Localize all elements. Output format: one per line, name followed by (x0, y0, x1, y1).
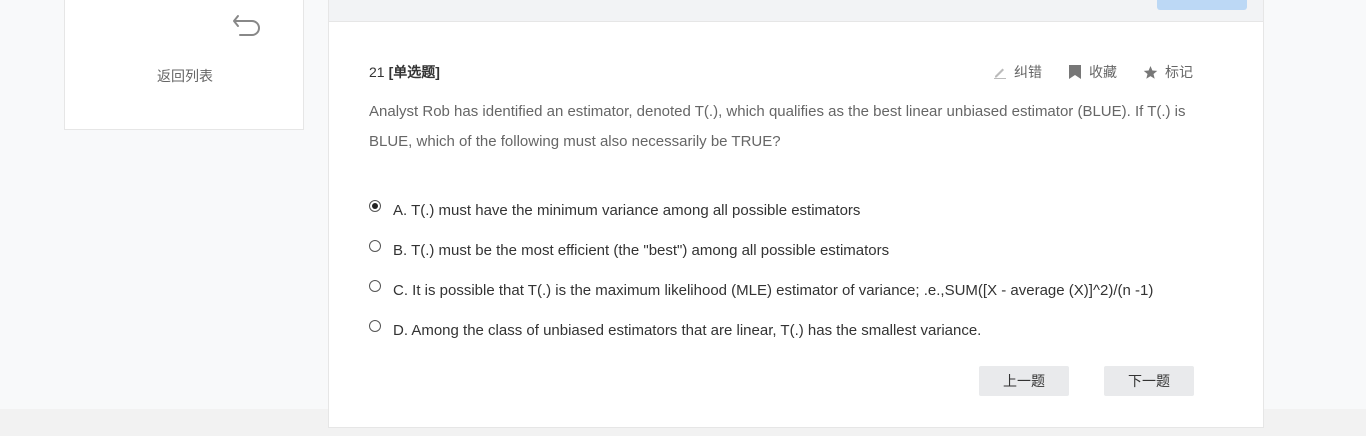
option-b-radio[interactable] (369, 240, 381, 252)
mark-label: 标记 (1165, 64, 1193, 80)
pencil-icon (994, 68, 1006, 79)
option-b[interactable]: B. T(.) must be the most efficient (the … (369, 230, 1229, 270)
mark-button[interactable]: 标记 (1143, 62, 1193, 82)
option-b-label[interactable]: B. T(.) must be the most efficient (the … (393, 242, 889, 259)
back-to-list-label[interactable]: 返回列表 (65, 66, 305, 86)
answer-options: A. T(.) must have the minimum variance a… (369, 190, 1229, 350)
bookmark-icon (1069, 65, 1081, 79)
option-c-radio[interactable] (369, 280, 381, 292)
question-text: Analyst Rob has identified an estimator,… (369, 103, 1186, 150)
favorite-label: 收藏 (1089, 64, 1117, 80)
back-to-list-panel[interactable]: 返回列表 (64, 0, 304, 130)
option-d[interactable]: D. Among the class of unbiased estimator… (369, 310, 1229, 350)
option-a-radio[interactable] (369, 200, 381, 212)
correct-error-button[interactable]: 纠错 (993, 62, 1042, 82)
previous-question-button[interactable]: 上一题 (979, 366, 1069, 396)
option-d-label[interactable]: D. Among the class of unbiased estimator… (393, 322, 981, 339)
question-tools: 纠错 收藏 标记 (993, 62, 1193, 82)
question-card: 21 [单选题] 纠错 收藏 标记 Analyst Rob has identif… (328, 22, 1264, 428)
header-action-button[interactable] (1157, 0, 1247, 10)
option-d-radio[interactable] (369, 320, 381, 332)
question-header-bar (328, 0, 1264, 22)
option-a-label[interactable]: A. T(.) must have the minimum variance a… (393, 202, 860, 219)
question-number: 21 (369, 64, 385, 80)
option-a[interactable]: A. T(.) must have the minimum variance a… (369, 190, 1229, 230)
option-c-label[interactable]: C. It is possible that T(.) is the maxim… (393, 282, 1153, 299)
correct-error-label: 纠错 (1014, 64, 1042, 80)
question-heading: 21 [单选题] (369, 62, 440, 82)
next-question-button[interactable]: 下一题 (1104, 366, 1194, 396)
undo-arrow-icon (233, 15, 260, 36)
option-c[interactable]: C. It is possible that T(.) is the maxim… (369, 270, 1229, 310)
favorite-button[interactable]: 收藏 (1068, 62, 1117, 82)
star-icon (1143, 65, 1158, 79)
question-type: [单选题] (388, 64, 440, 80)
